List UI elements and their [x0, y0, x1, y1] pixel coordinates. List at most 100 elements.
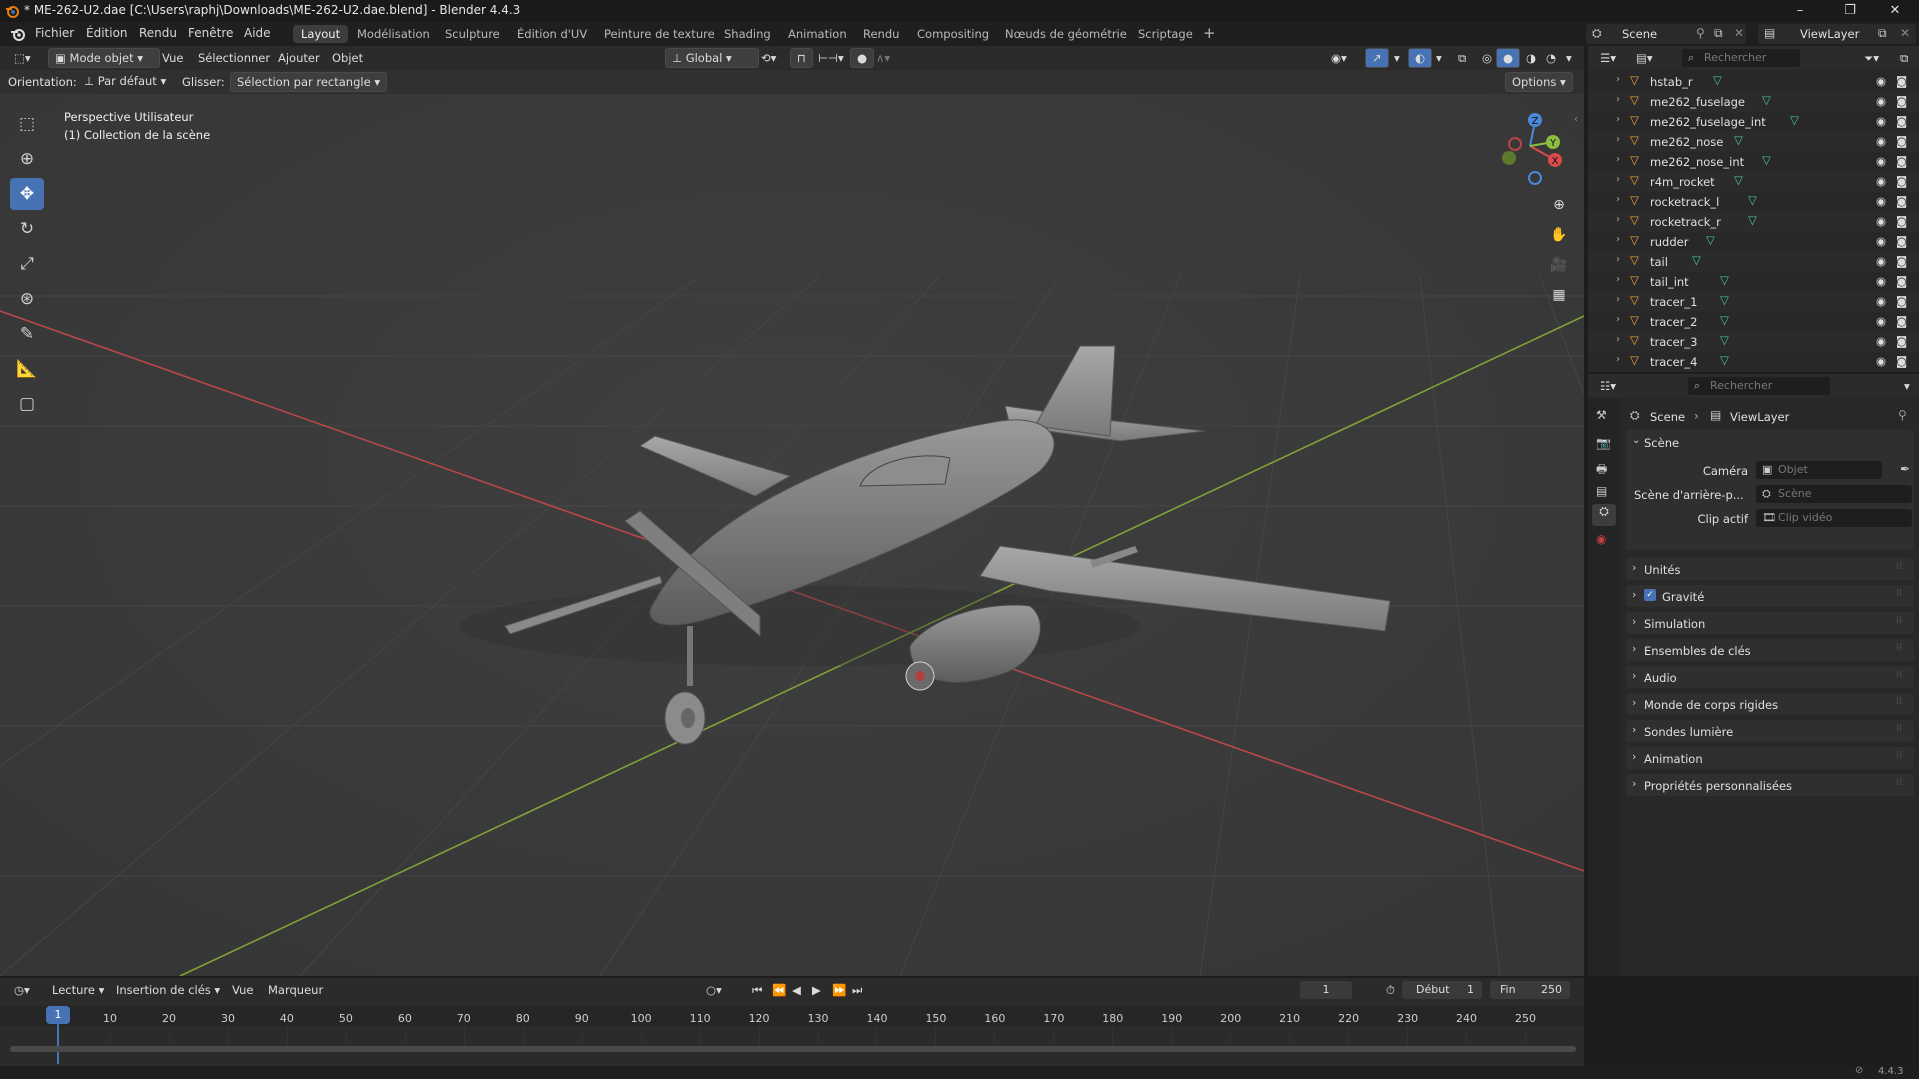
render-camera-icon[interactable]: ◙: [1896, 214, 1907, 228]
eye-icon[interactable]: ◉: [1876, 294, 1886, 308]
zoom-icon[interactable]: ⊕: [1546, 192, 1572, 218]
mesh-data-icon[interactable]: ▽: [1762, 93, 1771, 107]
delete-scene-icon[interactable]: ✕: [1734, 26, 1744, 40]
play-icon[interactable]: ▶: [806, 981, 827, 999]
display-mode-icon[interactable]: ▤▾: [1630, 49, 1659, 67]
timeline-scrollbar[interactable]: [10, 1046, 1576, 1052]
object-name[interactable]: rocketrack_r: [1650, 215, 1721, 229]
panel-expand-icon[interactable]: ⌄: [1632, 435, 1640, 446]
outliner-row[interactable]: › ▽ tail_int ▽ ◉ ◙: [1588, 272, 1919, 292]
mesh-data-icon[interactable]: ▽: [1790, 113, 1799, 127]
falloff-icon[interactable]: ∧▾: [870, 49, 896, 67]
end-frame-field[interactable]: Fin 250: [1490, 981, 1570, 999]
new-collection-icon[interactable]: ⧉: [1894, 49, 1914, 67]
render-camera-icon[interactable]: ◙: [1896, 334, 1907, 348]
render-camera-icon[interactable]: ◙: [1896, 274, 1907, 288]
eye-icon[interactable]: ◉: [1876, 254, 1886, 268]
properties-panel[interactable]: › Propriétés personnalisées ⁞⁞: [1626, 774, 1914, 796]
mesh-data-icon[interactable]: ▽: [1748, 213, 1757, 227]
drag-handle-icon[interactable]: ⁞⁞: [1896, 777, 1902, 788]
eye-icon[interactable]: ◉: [1876, 114, 1886, 128]
eye-icon[interactable]: ◉: [1876, 274, 1886, 288]
menu-edition[interactable]: Édition: [86, 26, 128, 40]
record-icon[interactable]: ○▾: [700, 981, 728, 999]
object-name[interactable]: rudder: [1650, 235, 1688, 249]
outliner-search[interactable]: ⌕ Rechercher: [1682, 49, 1800, 67]
object-name[interactable]: tail_int: [1650, 275, 1689, 289]
delete-viewlayer-icon[interactable]: ✕: [1900, 26, 1910, 40]
panel-collapse-icon[interactable]: ›: [1632, 723, 1636, 736]
expand-chevron-icon[interactable]: ›: [1616, 114, 1620, 125]
drag-handle-icon[interactable]: ⁞⁞: [1896, 696, 1902, 707]
object-name[interactable]: me262_nose: [1650, 135, 1723, 149]
expand-chevron-icon[interactable]: ›: [1616, 134, 1620, 145]
tab-scriptage[interactable]: Scriptage: [1130, 25, 1201, 43]
render-camera-icon[interactable]: ◙: [1896, 294, 1907, 308]
camera-view-icon[interactable]: 🎥: [1546, 252, 1572, 278]
outliner-row[interactable]: › ▽ me262_nose_int ▽ ◉ ◙: [1588, 152, 1919, 172]
mesh-data-icon[interactable]: ▽: [1720, 333, 1729, 347]
mesh-data-icon[interactable]: ▽: [1762, 153, 1771, 167]
properties-panel[interactable]: › Unités ⁞⁞: [1626, 558, 1914, 580]
outliner-row[interactable]: › ▽ me262_fuselage ▽ ◉ ◙: [1588, 92, 1919, 112]
mesh-data-icon[interactable]: ▽: [1748, 193, 1757, 207]
tab-noeuds-geometrie[interactable]: Nœuds de géométrie: [997, 25, 1135, 43]
expand-chevron-icon[interactable]: ›: [1616, 214, 1620, 225]
render-camera-icon[interactable]: ◙: [1896, 194, 1907, 208]
material-shading-icon[interactable]: ◑: [1520, 49, 1542, 67]
render-camera-icon[interactable]: ◙: [1896, 314, 1907, 328]
expand-chevron-icon[interactable]: ›: [1616, 174, 1620, 185]
navigation-gizmo[interactable]: Z X Y: [1495, 108, 1565, 188]
expand-chevron-icon[interactable]: ›: [1616, 294, 1620, 305]
properties-panel[interactable]: › Monde de corps rigides ⁞⁞: [1626, 693, 1914, 715]
eye-icon[interactable]: ◉: [1876, 174, 1886, 188]
render-camera-icon[interactable]: ◙: [1896, 154, 1907, 168]
object-name[interactable]: me262_fuselage: [1650, 95, 1745, 109]
tab-sculpture[interactable]: Sculpture: [437, 25, 508, 43]
panel-collapse-icon[interactable]: ›: [1632, 588, 1636, 601]
timeline-view-menu[interactable]: Vue: [226, 981, 259, 999]
mode-dropdown[interactable]: ▣ Mode objet ▾: [48, 48, 160, 68]
filter-icon[interactable]: ⏷▾: [1858, 49, 1885, 67]
scene-selector[interactable]: ⛭ Scene ⚲ ⧉ ✕: [1586, 24, 1746, 44]
drag-handle-icon[interactable]: ⁞⁞: [1896, 723, 1902, 734]
jump-end-icon[interactable]: ⏭: [846, 981, 868, 999]
object-name[interactable]: tracer_2: [1650, 315, 1697, 329]
mesh-data-icon[interactable]: ▽: [1720, 353, 1729, 367]
properties-panel[interactable]: › ✓ Gravité ⁞⁞: [1626, 585, 1914, 607]
expand-chevron-icon[interactable]: ›: [1616, 74, 1620, 85]
pivot-icon[interactable]: ⟲▾: [755, 49, 782, 67]
overlays-dropdown-icon[interactable]: ▾: [1430, 49, 1448, 67]
outliner-editor-icon[interactable]: ☰▾: [1594, 49, 1622, 67]
annotate-tool-icon[interactable]: ✎: [10, 318, 44, 350]
snap-toggle-icon[interactable]: ⊓: [790, 48, 813, 68]
eye-icon[interactable]: ◉: [1876, 354, 1886, 368]
options-dropdown[interactable]: Options ▾: [1505, 72, 1573, 92]
eye-icon[interactable]: ◉: [1876, 94, 1886, 108]
transform-tool-icon[interactable]: ⊛: [10, 283, 44, 315]
tab-rendu[interactable]: Rendu: [855, 25, 907, 43]
scale-tool-icon[interactable]: ⤢: [10, 248, 44, 280]
playback-menu[interactable]: Lecture ▾: [46, 981, 110, 999]
3d-viewport[interactable]: ⬚▾ ▣ Mode objet ▾ Vue Sélectionner Ajout…: [0, 46, 1584, 976]
panel-collapse-icon[interactable]: ›: [1632, 750, 1636, 763]
outliner-row[interactable]: › ▽ tracer_2 ▽ ◉ ◙: [1588, 312, 1919, 332]
maximize-button[interactable]: ❐: [1830, 0, 1870, 22]
outliner-row[interactable]: › ▽ me262_fuselage_int ▽ ◉ ◙: [1588, 112, 1919, 132]
mesh-data-icon[interactable]: ▽: [1734, 173, 1743, 187]
properties-editor-icon[interactable]: ☷▾: [1594, 377, 1622, 395]
properties-panel[interactable]: › Sondes lumière ⁞⁞: [1626, 720, 1914, 742]
eye-icon[interactable]: ◉: [1876, 154, 1886, 168]
bg-scene-field[interactable]: ⛭ Scène: [1756, 485, 1912, 503]
outliner-row[interactable]: › ▽ tracer_1 ▽ ◉ ◙: [1588, 292, 1919, 312]
outliner-row[interactable]: › ▽ rocketrack_r ▽ ◉ ◙: [1588, 212, 1919, 232]
outliner-row[interactable]: › ▽ tail ▽ ◉ ◙: [1588, 252, 1919, 272]
render-camera-icon[interactable]: ◙: [1896, 114, 1907, 128]
render-camera-icon[interactable]: ◙: [1896, 94, 1907, 108]
tab-shading[interactable]: Shading: [716, 25, 779, 43]
tool-tab-icon[interactable]: ⚒: [1596, 408, 1607, 422]
stopwatch-icon[interactable]: ⏱: [1380, 981, 1401, 999]
menu-vue[interactable]: Vue: [156, 49, 189, 67]
gizmo-toggle-icon[interactable]: ↗: [1365, 48, 1389, 68]
render-tab-icon[interactable]: 📷: [1596, 436, 1611, 450]
